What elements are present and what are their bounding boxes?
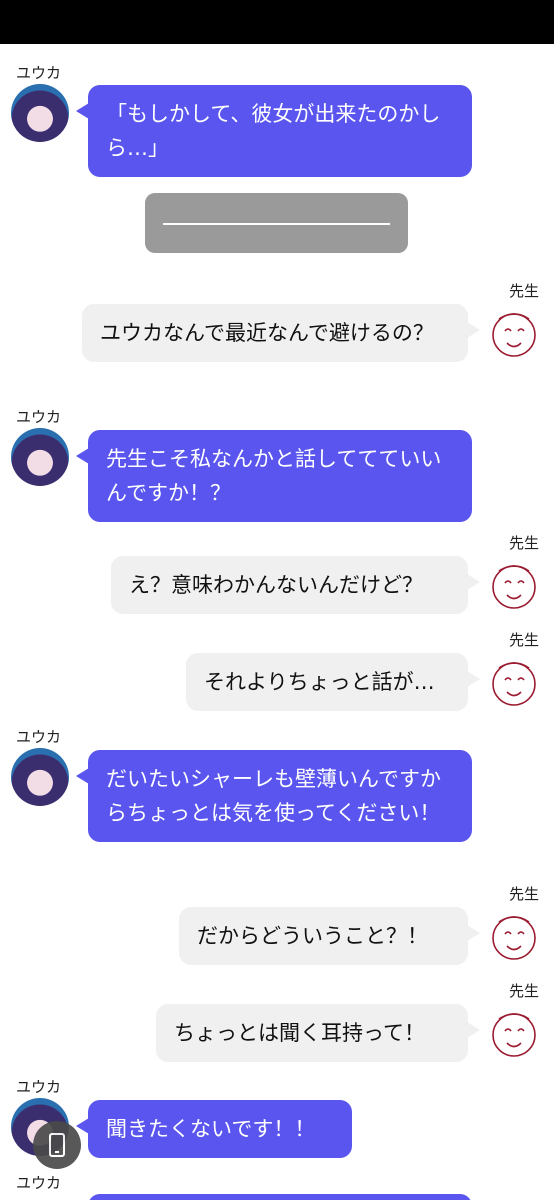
message-bubble-yuuka: 聞きたくないです！！ (76, 1100, 352, 1158)
divider-line (163, 223, 390, 225)
yuuka-avatar-icon[interactable] (11, 84, 69, 142)
phone-icon (49, 1133, 65, 1157)
sender-name-sensei: 先生 (509, 282, 540, 300)
sender-name-yuuka: ユウカ (16, 1078, 62, 1096)
message-bubble-yuuka: 「もしかして、彼女が出来たのかしら…」 (76, 85, 472, 177)
sensei-smiley-icon[interactable] (485, 555, 543, 613)
sensei-smiley-icon[interactable] (485, 906, 543, 964)
message-bubble-yuuka: 先生こそ私なんかと話しててていいんですか！？ (76, 430, 472, 522)
sensei-smiley-icon[interactable] (485, 303, 543, 361)
yuuka-avatar-icon[interactable] (11, 428, 69, 486)
sender-name-sensei: 先生 (509, 534, 540, 552)
sender-name-sensei: 先生 (509, 885, 540, 903)
sensei-smiley-icon[interactable] (485, 652, 543, 710)
yuuka-avatar-icon[interactable] (11, 748, 69, 806)
sender-name-yuuka: ユウカ (16, 64, 62, 82)
scene-divider (145, 193, 408, 253)
floating-button[interactable] (33, 1121, 81, 1169)
sender-name-sensei: 先生 (509, 631, 540, 649)
message-bubble-sensei: それよりちょっと話が… (186, 653, 480, 711)
status-bar (0, 0, 554, 44)
sender-name-sensei: 先生 (509, 982, 540, 1000)
sender-name-yuuka: ユウカ (16, 1174, 62, 1192)
message-bubble-sensei: え？意味わかんないんだけど？ (111, 556, 480, 614)
sender-name-yuuka: ユウカ (16, 728, 62, 746)
message-bubble-sensei: だからどういうこと？！ (179, 907, 480, 965)
message-bubble-sensei: ちょっとは聞く耳持って！ (156, 1004, 480, 1062)
sender-name-yuuka: ユウカ (16, 408, 62, 426)
message-bubble-sensei: ユウカなんで最近なんで避けるの？ (82, 304, 480, 362)
sensei-smiley-icon[interactable] (485, 1003, 543, 1061)
message-bubble-yuuka-partial (88, 1194, 472, 1200)
message-bubble-yuuka: だいたいシャーレも壁薄いんですからちょっとは気を使ってください！ (76, 750, 472, 842)
